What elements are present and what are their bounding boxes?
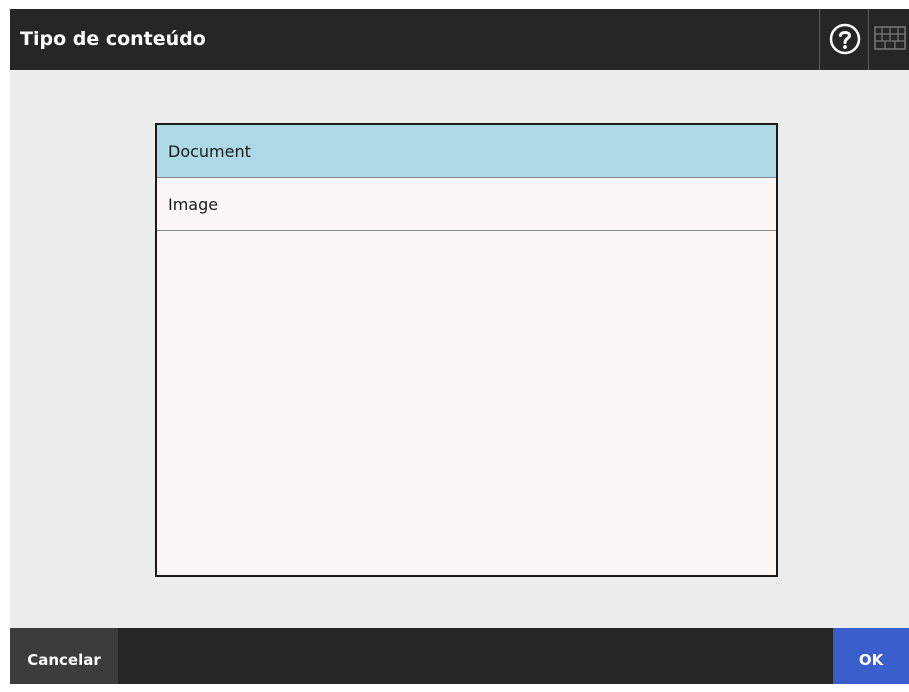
help-question-icon xyxy=(829,23,861,55)
keyboard-icon xyxy=(874,26,906,50)
list-item-label: Image xyxy=(168,195,219,214)
window-title: Tipo de conteúdo xyxy=(20,28,206,50)
list-item-label: Document xyxy=(168,142,251,161)
list-item-image[interactable]: Image xyxy=(157,178,776,231)
title-bar: Tipo de conteúdo xyxy=(10,9,909,70)
cancel-button[interactable]: Cancelar xyxy=(10,628,118,684)
keyboard-button[interactable] xyxy=(870,9,909,70)
ok-button[interactable]: OK xyxy=(833,628,909,684)
list-item-document[interactable]: Document xyxy=(157,125,776,178)
content-type-list: Document Image xyxy=(155,123,778,577)
content-type-window: Tipo de conteúdo Document Image Cancelar… xyxy=(10,9,909,684)
help-button[interactable] xyxy=(819,9,869,70)
bottom-bar: Cancelar OK xyxy=(10,628,909,684)
